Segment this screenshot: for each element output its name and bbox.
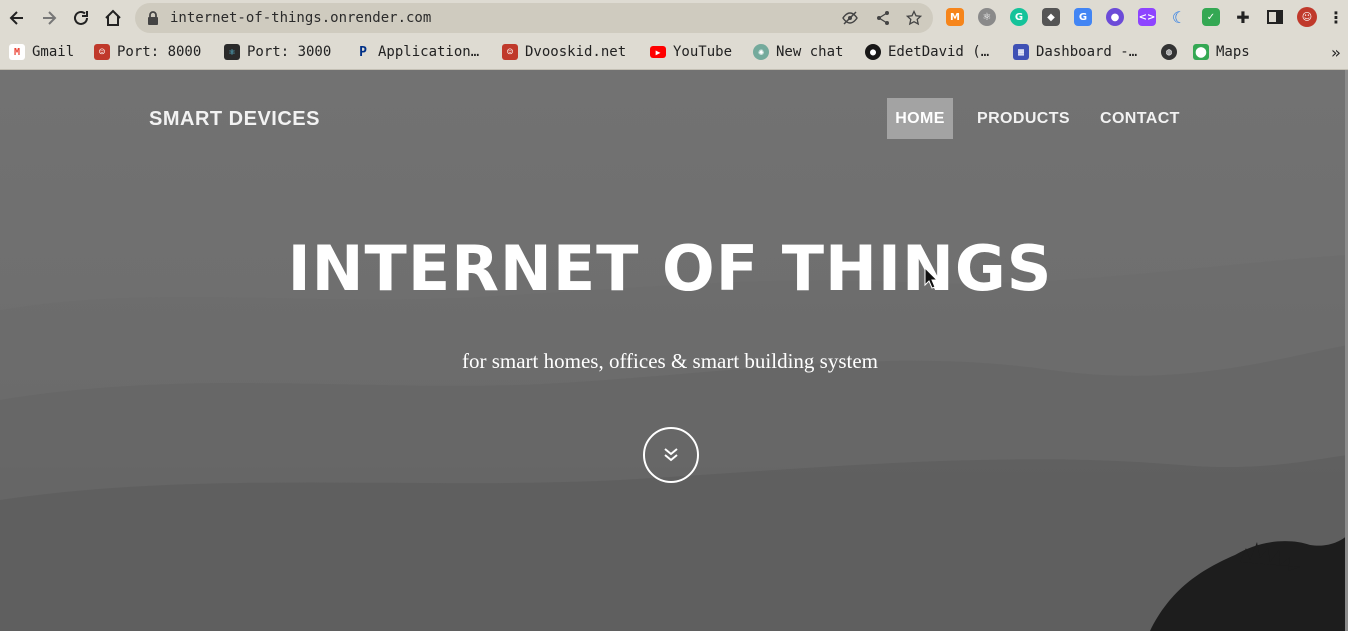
bookmark-gmail[interactable]: M Gmail [9, 36, 74, 68]
bookmark-label: YouTube [673, 44, 733, 60]
reload-button[interactable] [69, 6, 93, 30]
home-icon [105, 9, 121, 26]
metamask-extension-icon[interactable]: M [946, 8, 964, 26]
home-button[interactable] [101, 6, 125, 30]
back-button[interactable] [5, 6, 29, 30]
maps-icon: ⬤ [1193, 44, 1209, 60]
share-icon[interactable] [875, 10, 891, 26]
bookmark-dashboard[interactable]: ▦ Dashboard -… [1013, 36, 1137, 68]
react-devtools-extension-icon[interactable]: ⚛ [978, 8, 996, 26]
nav-contact-link[interactable]: CONTACT [1100, 98, 1180, 139]
grammarly-extension-icon[interactable]: G [1010, 8, 1028, 26]
avatar-icon: ☺ [94, 44, 110, 60]
bookmark-label: Dvooskid.net [525, 44, 627, 60]
eye-slash-icon[interactable] [842, 10, 858, 26]
bookmark-label: Maps [1216, 44, 1250, 60]
bookmark-label: Gmail [32, 44, 75, 60]
back-arrow-icon [9, 11, 23, 25]
paypal-icon: P [359, 44, 367, 60]
site-brand-logo[interactable]: SMART DEVICES [149, 108, 320, 131]
reload-icon [74, 10, 88, 25]
nav-home-link[interactable]: HOME [887, 98, 953, 139]
shield-extension-icon[interactable]: ✓ [1202, 8, 1220, 26]
lock-icon [148, 11, 158, 25]
bookmark-label: Port: 8000 [117, 44, 202, 60]
gmail-icon: M [9, 44, 25, 60]
double-chevron-down-icon [664, 448, 678, 462]
purple-circle-extension-icon[interactable]: ● [1106, 8, 1124, 26]
bookmark-label: New chat [776, 44, 844, 60]
bookmark-application[interactable]: P Application… [355, 36, 479, 68]
react-icon: ⚛ [224, 44, 240, 60]
profile-avatar[interactable]: ☺ [1297, 7, 1317, 27]
side-panel-icon[interactable] [1266, 8, 1284, 26]
bookmark-label: EdetDavid (… [888, 44, 990, 60]
chatgpt-icon: ✺ [753, 44, 769, 60]
hero-title: INTERNET OF THINGS [287, 232, 1053, 305]
bookmark-port-8000[interactable]: ☺ Port: 8000 [94, 36, 201, 68]
hero-subtitle: for smart homes, offices & smart buildin… [461, 349, 879, 373]
forward-arrow-icon [43, 11, 57, 25]
github-icon: ● [865, 44, 881, 60]
graph-extension-icon[interactable]: ◆ [1042, 8, 1060, 26]
youtube-icon: ▶ [650, 46, 666, 58]
avatar-icon: ☺ [502, 44, 518, 60]
extensions-puzzle-icon[interactable]: ✚ [1234, 8, 1252, 27]
bookmark-port-3000[interactable]: ⚛ Port: 3000 [224, 36, 331, 68]
globe-icon: ◍ [1161, 44, 1177, 60]
dark-mode-extension-icon[interactable]: ☾ [1170, 8, 1188, 27]
bookmark-github[interactable]: ● EdetDavid (… [865, 36, 989, 68]
address-bar[interactable]: internet-of-things.onrender.com [135, 3, 933, 33]
bookmark-label: Application… [378, 44, 480, 60]
bookmark-label: Port: 3000 [247, 44, 332, 60]
bookmark-star-icon[interactable] [906, 10, 922, 26]
overflow-chevron-icon: » [1331, 42, 1341, 62]
bookmark-maps[interactable]: ⬤ Maps [1193, 36, 1250, 68]
bookmark-youtube[interactable]: ▶ YouTube [650, 36, 732, 68]
translate-extension-icon[interactable]: G [1074, 8, 1092, 26]
bookmark-label: Dashboard -… [1036, 44, 1138, 60]
menu-kebab-icon[interactable]: ⋮ [1328, 8, 1344, 27]
nav-products-link[interactable]: PRODUCTS [977, 98, 1070, 139]
bookmarks-bar: M Gmail ☺ Port: 8000 ⚛ Port: 3000 P Appl… [0, 36, 1348, 70]
bookmarks-overflow-button[interactable]: » [1331, 36, 1341, 68]
code-extension-icon[interactable]: <> [1138, 8, 1156, 26]
bookmark-new-chat[interactable]: ✺ New chat [753, 36, 843, 68]
mouse-pointer-icon [924, 267, 938, 289]
address-url[interactable]: internet-of-things.onrender.com [170, 3, 431, 33]
bookmark-globe[interactable]: ◍ [1161, 36, 1177, 68]
hero-section: SMART DEVICES HOME PRODUCTS CONTACT INTE… [0, 70, 1348, 631]
dashboard-icon: ▦ [1013, 44, 1029, 60]
browser-toolbar: internet-of-things.onrender.com M ⚛ G ◆ … [0, 0, 1348, 36]
bookmark-dvooskid[interactable]: ☺ Dvooskid.net [502, 36, 626, 68]
forward-button[interactable] [37, 6, 61, 30]
scroll-down-button[interactable] [643, 427, 699, 483]
